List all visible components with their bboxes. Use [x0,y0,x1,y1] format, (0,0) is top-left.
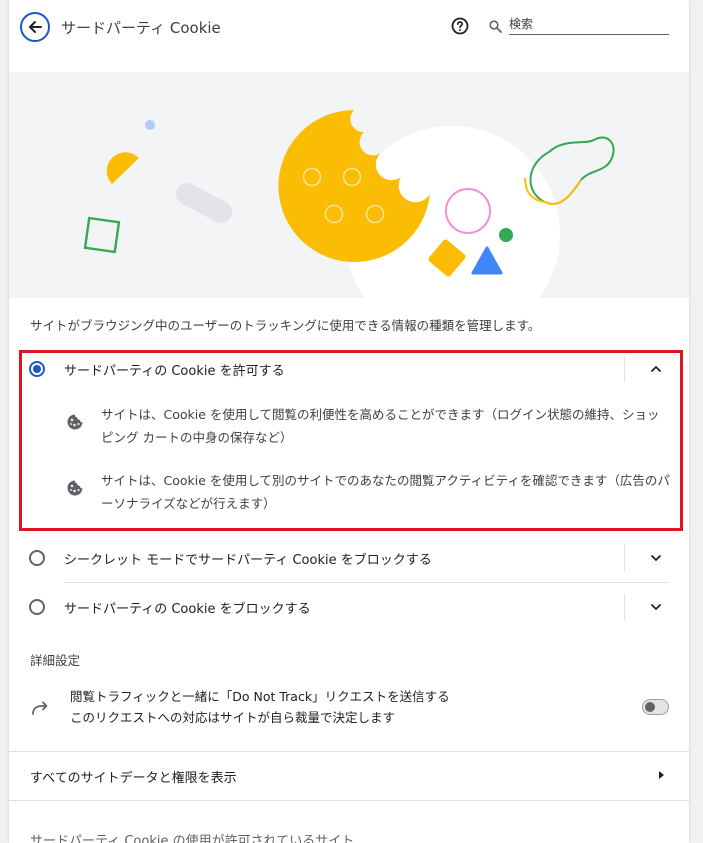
advanced-section-title: 詳細設定 [30,653,81,668]
all-site-data-link[interactable]: すべてのサイトデータと権限を表示 [9,752,689,800]
all-site-data-label: すべてのサイトデータと権限を表示 [30,771,237,786]
divider [624,545,625,571]
radio-block-third-party[interactable] [29,599,45,615]
divider [624,594,625,620]
header: サードパーティ Cookie [9,0,689,60]
search-icon [489,20,502,33]
do-not-track-toggle[interactable] [642,699,669,715]
cookie-illustration [9,72,689,298]
arrow-right-icon [659,771,664,779]
option-block-third-party[interactable]: サードパーティの Cookie をブロックする [9,583,689,631]
chevron-down-icon[interactable] [649,600,663,614]
settings-page: サードパーティ Cookie 検索 サイトがブラウジング中のユーザーのトラッキン… [9,0,689,843]
option-block-incognito[interactable]: シークレット モードでサードパーティ Cookie をブロックする [9,534,689,582]
page-title: サードパーティ Cookie [61,19,221,37]
radio-block-incognito[interactable] [29,550,45,566]
illustration-graphic [83,110,615,298]
do-not-track-text: 閲覧トラフィックと一緒に「Do Not Track」リクエストを送信する このリ… [70,686,450,728]
help-icon[interactable] [451,17,469,35]
chevron-down-icon[interactable] [649,551,663,565]
back-button[interactable] [20,12,50,42]
option-label: サードパーティの Cookie をブロックする [64,602,311,617]
redirect-arrow-icon [32,701,48,715]
allowed-sites-title: サードパーティ Cookie の使用が許可されているサイト [30,834,355,843]
search-input[interactable] [509,15,669,35]
divider [9,800,689,801]
do-not-track-sublabel: このリクエストへの対応はサイトが自ら裁量で決定します [70,710,396,725]
option-label: シークレット モードでサードパーティ Cookie をブロックする [64,553,432,568]
highlight-box [19,350,683,531]
back-arrow-icon [29,21,42,33]
page-description: サイトがブラウジング中のユーザーのトラッキングに使用できる情報の種類を管理します… [30,318,541,333]
do-not-track-label: 閲覧トラフィックと一緒に「Do Not Track」リクエストを送信する [70,689,450,704]
